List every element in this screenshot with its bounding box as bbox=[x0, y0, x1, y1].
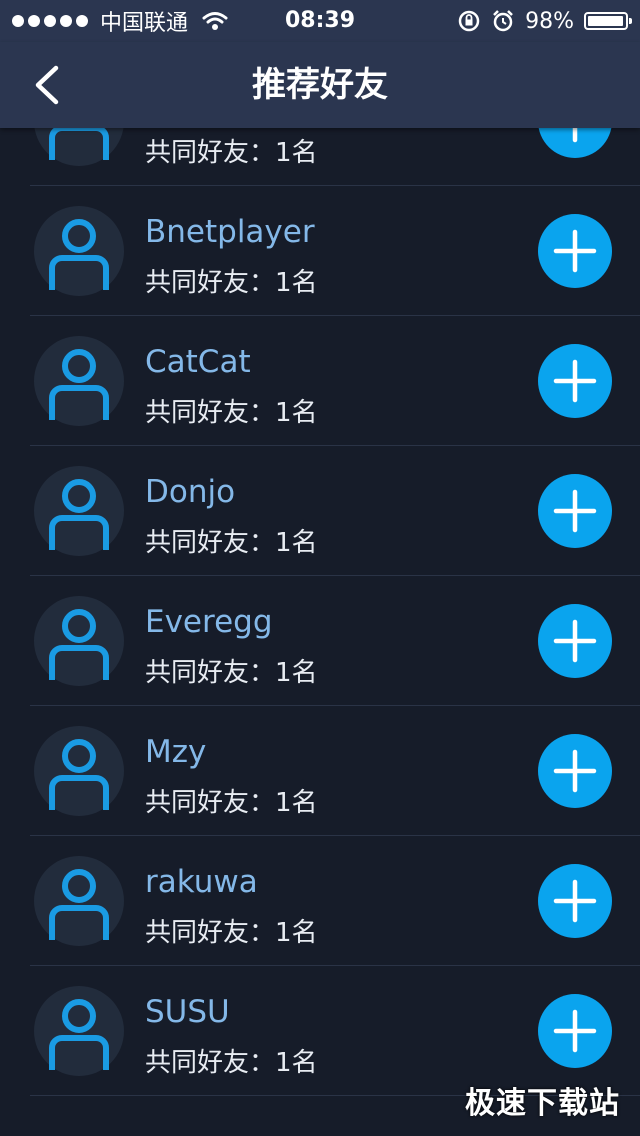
friend-list-item[interactable]: Donjo 共同好友：1名 bbox=[0, 446, 640, 576]
mutual-friends-count: 共同好友：1名 bbox=[145, 138, 318, 168]
plus-icon bbox=[553, 489, 597, 533]
user-avatar-icon bbox=[49, 349, 109, 420]
avatar bbox=[34, 986, 124, 1076]
friend-list-item[interactable]: CatCat 共同好友：1名 bbox=[0, 316, 640, 446]
mutual-friends-count: 共同好友：1名 bbox=[145, 788, 318, 818]
add-friend-button[interactable] bbox=[538, 994, 612, 1068]
avatar bbox=[34, 336, 124, 426]
plus-icon bbox=[553, 879, 597, 923]
friend-name: Donjo bbox=[145, 474, 236, 510]
nav-bar: 推荐好友 bbox=[0, 42, 640, 128]
status-right: 98% bbox=[457, 0, 632, 42]
friend-name: SUSU bbox=[145, 994, 230, 1030]
add-friend-button[interactable] bbox=[538, 864, 612, 938]
carrier-label: 中国联通 bbox=[100, 11, 189, 36]
plus-icon bbox=[553, 229, 597, 273]
plus-icon bbox=[553, 619, 597, 663]
plus-icon bbox=[553, 749, 597, 793]
add-friend-button[interactable] bbox=[538, 474, 612, 548]
avatar bbox=[34, 206, 124, 296]
friend-list-item[interactable]: Bnetplayer 共同好友：1名 bbox=[0, 186, 640, 316]
plus-icon bbox=[553, 1009, 597, 1053]
user-avatar-icon bbox=[49, 609, 109, 680]
status-left: 中国联通 bbox=[12, 0, 228, 42]
friend-list-item[interactable]: rakuwa 共同好友：1名 bbox=[0, 836, 640, 966]
user-avatar-icon bbox=[49, 219, 109, 290]
user-avatar-icon bbox=[49, 479, 109, 550]
avatar bbox=[34, 596, 124, 686]
mutual-friends-count: 共同好友：1名 bbox=[145, 1048, 318, 1078]
mutual-friends-count: 共同好友：1名 bbox=[145, 658, 318, 688]
friend-list-item[interactable]: Everegg 共同好友：1名 bbox=[0, 576, 640, 706]
avatar bbox=[34, 856, 124, 946]
watermark: 极速下载站 bbox=[465, 1086, 620, 1121]
friend-name: Everegg bbox=[145, 604, 273, 640]
friend-list-item[interactable]: SUSU 共同好友：1名 bbox=[0, 966, 640, 1096]
mutual-friends-count: 共同好友：1名 bbox=[145, 268, 318, 298]
user-avatar-icon bbox=[49, 999, 109, 1070]
alarm-icon bbox=[493, 10, 513, 32]
rotation-lock-icon bbox=[458, 10, 480, 32]
friend-name: Bnetplayer bbox=[145, 214, 315, 250]
add-friend-button[interactable] bbox=[538, 734, 612, 808]
avatar bbox=[34, 726, 124, 816]
add-friend-button[interactable] bbox=[538, 604, 612, 678]
add-friend-button[interactable] bbox=[538, 214, 612, 288]
user-avatar-icon bbox=[49, 739, 109, 810]
friend-name: Mzy bbox=[145, 734, 207, 770]
user-avatar-icon bbox=[49, 869, 109, 940]
friend-name: CatCat bbox=[145, 344, 251, 380]
mutual-friends-count: 共同好友：1名 bbox=[145, 918, 318, 948]
page-title: 推荐好友 bbox=[252, 65, 388, 105]
battery-icon bbox=[584, 12, 632, 30]
plus-icon bbox=[553, 359, 597, 403]
mutual-friends-count: 共同好友：1名 bbox=[145, 398, 318, 428]
add-friend-button[interactable] bbox=[538, 344, 612, 418]
mutual-friends-count: 共同好友：1名 bbox=[145, 528, 318, 558]
back-button[interactable] bbox=[26, 62, 72, 108]
friend-name: rakuwa bbox=[145, 864, 258, 900]
recommended-friends-list: 咫天涯 共同好友：1名 Bnetplayer 共同好友：1名 bbox=[0, 76, 640, 1096]
signal-dots-icon bbox=[12, 15, 88, 27]
avatar bbox=[34, 466, 124, 556]
chevron-left-icon bbox=[35, 65, 59, 105]
friend-list-item[interactable]: Mzy 共同好友：1名 bbox=[0, 706, 640, 836]
battery-percent: 98% bbox=[525, 8, 574, 34]
wifi-icon bbox=[202, 12, 228, 30]
status-bar: 中国联通 08:39 98% bbox=[0, 0, 640, 42]
